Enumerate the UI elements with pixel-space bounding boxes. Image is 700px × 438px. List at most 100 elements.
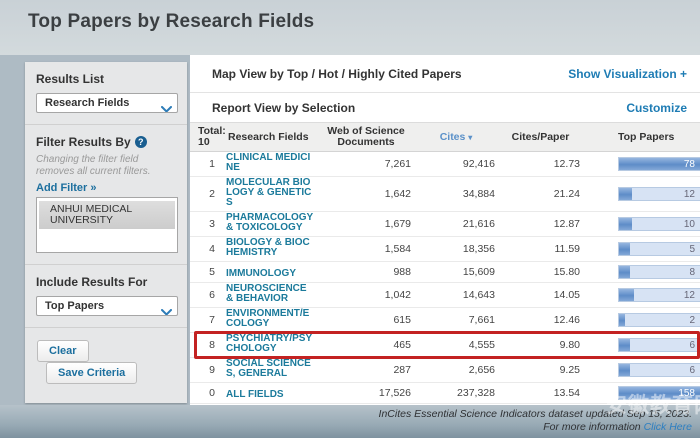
row-cites-per-paper: 14.05 xyxy=(498,289,583,301)
row-rank: 3 xyxy=(198,218,226,230)
table-row: 3 PHARMACOLOGY & TOXICOLOGY 1,679 21,616… xyxy=(190,212,700,237)
top-papers-bar: 5 xyxy=(618,242,700,256)
row-cites: 237,328 xyxy=(414,387,498,399)
top-papers-bar: 6 xyxy=(618,338,700,352)
column-top-papers[interactable]: Top Papers xyxy=(583,132,673,143)
filter-listbox[interactable]: ANHUI MEDICAL UNIVERSITY xyxy=(36,197,178,253)
research-field-link[interactable]: CLINICAL MEDICINE xyxy=(226,153,314,173)
row-rank: 7 xyxy=(198,314,226,326)
research-field-link[interactable]: PSYCHIATRY/PSYCHOLOGY xyxy=(226,334,314,354)
top-papers-value: 5 xyxy=(689,244,695,255)
top-papers-bar: 2 xyxy=(618,313,700,327)
row-cites-per-paper: 21.24 xyxy=(498,188,583,200)
research-field-link[interactable]: ALL FIELDS xyxy=(226,390,284,400)
row-cites: 14,643 xyxy=(414,289,498,301)
top-papers-bar: 158 xyxy=(618,386,700,400)
top-papers-bar: 8 xyxy=(618,265,700,279)
research-field-link[interactable]: MOLECULAR BIOLOGY & GENETICS xyxy=(226,178,314,208)
research-field-link[interactable]: PHARMACOLOGY & TOXICOLOGY xyxy=(226,213,314,233)
report-view-title: Report View by Selection xyxy=(212,101,355,115)
include-results-section: Include Results For Top Papers xyxy=(25,265,187,328)
row-cites: 34,884 xyxy=(414,188,498,200)
row-rank: 8 xyxy=(198,339,226,351)
clear-button[interactable]: Clear xyxy=(37,340,89,362)
title-bar: Top Papers by Research Fields xyxy=(0,0,700,55)
show-visualization-link[interactable]: Show Visualization + xyxy=(568,67,687,81)
row-cites: 15,609 xyxy=(414,266,498,278)
row-wos-documents: 1,679 xyxy=(318,218,414,230)
row-rank: 0 xyxy=(198,387,226,399)
filter-results-label: Filter Results By? xyxy=(36,135,178,149)
row-rank: 9 xyxy=(198,364,226,376)
research-field-link[interactable]: BIOLOGY & BIOCHEMISTRY xyxy=(226,238,314,258)
table-body: 1 CLINICAL MEDICINE 7,261 92,416 12.73 7… xyxy=(190,152,700,404)
table-row: 4 BIOLOGY & BIOCHEMISTRY 1,584 18,356 11… xyxy=(190,237,700,262)
top-papers-bar: 10 xyxy=(618,217,700,231)
help-icon[interactable]: ? xyxy=(135,136,147,148)
row-wos-documents: 465 xyxy=(318,339,414,351)
chevron-down-icon xyxy=(161,304,172,316)
row-wos-documents: 7,261 xyxy=(318,158,414,170)
results-list-value: Research Fields xyxy=(45,97,129,109)
top-papers-bar-fill xyxy=(619,188,632,200)
table-row: 7 ENVIRONMENT/ECOLOGY 615 7,661 12.46 2 xyxy=(190,308,700,333)
top-papers-value: 78 xyxy=(684,159,695,170)
filter-section: Filter Results By? Changing the filter f… xyxy=(25,125,187,265)
row-rank: 2 xyxy=(198,188,226,200)
research-field-link[interactable]: NEUROSCIENCE & BEHAVIOR xyxy=(226,284,314,304)
map-view-title: Map View by Top / Hot / Highly Cited Pap… xyxy=(212,67,462,81)
top-papers-value: 8 xyxy=(689,267,695,278)
top-papers-bar-fill xyxy=(619,289,634,301)
save-criteria-button[interactable]: Save Criteria xyxy=(46,362,137,384)
results-list-label: Results List xyxy=(36,72,178,86)
map-view-bar: Map View by Top / Hot / Highly Cited Pap… xyxy=(190,55,700,93)
top-papers-value: 6 xyxy=(689,340,695,351)
sidebar-buttons: Clear Save Criteria xyxy=(25,328,187,384)
top-papers-bar-fill xyxy=(619,314,625,326)
top-papers-bar: 78 xyxy=(618,157,700,171)
research-field-link[interactable]: IMMUNOLOGY xyxy=(226,269,296,279)
row-cites: 92,416 xyxy=(414,158,498,170)
top-papers-bar: 6 xyxy=(618,363,700,377)
column-cites-per-paper[interactable]: Cites/Paper xyxy=(498,132,583,143)
click-here-link[interactable]: Click Here xyxy=(644,421,692,433)
row-wos-documents: 1,584 xyxy=(318,243,414,255)
filter-note: Changing the filter field removes all cu… xyxy=(36,154,178,178)
research-field-link[interactable]: SOCIAL SCIENCES, GENERAL xyxy=(226,359,314,379)
table-row: 8 PSYCHIATRY/PSYCHOLOGY 465 4,555 9.80 6 xyxy=(190,333,700,358)
row-cites: 18,356 xyxy=(414,243,498,255)
row-rank: 4 xyxy=(198,243,226,255)
row-cites-per-paper: 13.54 xyxy=(498,387,583,399)
row-rank: 1 xyxy=(198,158,226,170)
row-cites-per-paper: 12.87 xyxy=(498,218,583,230)
row-wos-documents: 287 xyxy=(318,364,414,376)
top-papers-value: 12 xyxy=(684,189,695,200)
customize-link[interactable]: Customize xyxy=(626,101,687,115)
chevron-down-icon xyxy=(161,101,172,113)
table-row: 1 CLINICAL MEDICINE 7,261 92,416 12.73 7… xyxy=(190,152,700,177)
column-wos-documents[interactable]: Web of Science Documents xyxy=(318,126,414,148)
include-results-value: Top Papers xyxy=(45,300,104,312)
top-papers-bar: 12 xyxy=(618,288,700,302)
row-rank: 5 xyxy=(198,266,226,278)
column-cites-sorted[interactable]: Cites ▾ xyxy=(414,132,498,143)
results-list-section: Results List Research Fields xyxy=(25,62,187,125)
top-papers-bar-fill xyxy=(619,266,630,278)
row-wos-documents: 988 xyxy=(318,266,414,278)
row-cites: 4,555 xyxy=(414,339,498,351)
column-total: Total: 10 xyxy=(198,126,226,148)
top-papers-bar-fill xyxy=(619,364,630,376)
results-list-select[interactable]: Research Fields xyxy=(36,93,178,113)
column-research-fields[interactable]: Research Fields xyxy=(226,132,318,143)
filter-option-selected[interactable]: ANHUI MEDICAL UNIVERSITY xyxy=(39,201,175,229)
footer: InCites Essential Science Indicators dat… xyxy=(0,405,700,438)
add-filter-link[interactable]: Add Filter » xyxy=(36,182,97,194)
sort-descending-icon: ▾ xyxy=(468,133,472,142)
top-papers-value: 12 xyxy=(684,290,695,301)
research-field-link[interactable]: ENVIRONMENT/ECOLOGY xyxy=(226,309,314,329)
include-results-select[interactable]: Top Papers xyxy=(36,296,178,316)
table-header: Total: 10 Research Fields Web of Science… xyxy=(190,122,700,152)
table-row: 9 SOCIAL SCIENCES, GENERAL 287 2,656 9.2… xyxy=(190,358,700,383)
row-cites: 2,656 xyxy=(414,364,498,376)
row-wos-documents: 1,042 xyxy=(318,289,414,301)
